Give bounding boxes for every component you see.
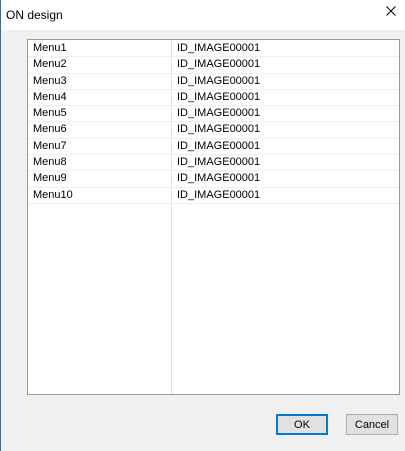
cancel-button[interactable]: Cancel (346, 414, 398, 435)
menu-name-cell: Menu10 (33, 188, 73, 201)
image-id-cell: ID_IMAGE00001 (177, 107, 261, 120)
list-item[interactable]: Menu5 ID_IMAGE00001 (28, 106, 399, 123)
list-item[interactable]: Menu1 ID_IMAGE00001 (28, 41, 399, 58)
close-button[interactable] (376, 0, 405, 22)
list-item[interactable]: Menu3 ID_IMAGE00001 (28, 74, 399, 90)
menu-name-cell: Menu3 (33, 74, 67, 87)
menu-list[interactable]: Menu1 ID_IMAGE00001 Menu2 ID_IMAGE00001 Menu… (27, 39, 400, 395)
list-item[interactable]: Menu2 ID_IMAGE00001 (28, 57, 399, 74)
list-item[interactable]: Menu9 ID_IMAGE00001 (28, 171, 399, 188)
menu-name-cell: Menu4 (33, 90, 67, 103)
image-id-cell: ID_IMAGE00001 (177, 156, 261, 169)
list-item[interactable]: Menu4 ID_IMAGE00001 (28, 90, 399, 107)
menu-name-cell: Menu2 (33, 58, 67, 71)
menu-name-cell: Menu1 (33, 42, 67, 54)
menu-name-cell: Menu7 (33, 139, 67, 152)
menu-name-cell: Menu9 (33, 172, 67, 185)
ok-button[interactable]: OK (276, 414, 328, 435)
list-item[interactable]: Menu7 ID_IMAGE00001 (28, 139, 399, 156)
dialog-window: ON design Menu1 ID_IMAGE00001 Menu2 ID_IMAG… (0, 0, 405, 451)
window-title: ON design (6, 8, 63, 22)
image-id-cell: ID_IMAGE00001 (177, 74, 261, 87)
image-id-cell: ID_IMAGE00001 (177, 172, 261, 185)
list-item[interactable]: Menu6 ID_IMAGE00001 (28, 122, 399, 139)
menu-name-cell: Menu5 (33, 107, 67, 120)
list-item[interactable]: Menu10 ID_IMAGE00001 (28, 188, 399, 204)
list-rows: Menu1 ID_IMAGE00001 Menu2 ID_IMAGE00001 Menu… (28, 41, 399, 204)
image-id-cell: ID_IMAGE00001 (177, 42, 261, 54)
image-id-cell: ID_IMAGE00001 (177, 123, 261, 136)
menu-name-cell: Menu8 (33, 156, 67, 169)
image-id-cell: ID_IMAGE00001 (177, 90, 261, 103)
image-id-cell: ID_IMAGE00001 (177, 188, 261, 201)
list-item[interactable]: Menu8 ID_IMAGE00001 (28, 155, 399, 172)
close-icon (386, 6, 396, 16)
image-id-cell: ID_IMAGE00001 (177, 58, 261, 71)
image-id-cell: ID_IMAGE00001 (177, 139, 261, 152)
menu-name-cell: Menu6 (33, 123, 67, 136)
title-bar[interactable]: ON design (1, 0, 405, 30)
